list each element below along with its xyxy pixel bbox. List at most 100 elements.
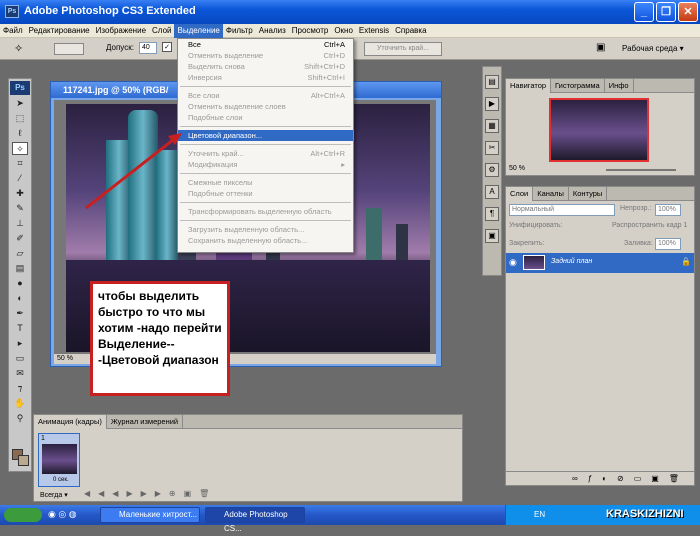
antialias-checkbox[interactable]: ✓	[162, 42, 172, 52]
menu-analysis[interactable]: Анализ	[256, 24, 289, 38]
animation-panel: Анимация (кадры) Журнал измерений 1 0 сек…	[33, 414, 463, 502]
brush-tool-icon[interactable]: ✎	[12, 202, 28, 215]
notes-tool-icon[interactable]: ✉	[12, 367, 28, 380]
select-menu-item[interactable]: Сохранить выделенную область...	[178, 235, 353, 246]
select-menu-item[interactable]: Подобные слои	[178, 112, 353, 123]
move-tool-icon[interactable]: ➤	[12, 97, 28, 110]
blur-tool-icon[interactable]: ●	[12, 277, 28, 290]
select-menu-item[interactable]: Трансформировать выделенную область	[178, 206, 353, 217]
menu-item-shortcut: Ctrl+A	[323, 40, 345, 49]
magic-wand-icon[interactable]: ✧	[14, 42, 23, 55]
dodge-tool-icon[interactable]: ◐	[12, 292, 28, 305]
workspace-dropdown[interactable]: Рабочая среда ▾	[622, 44, 684, 53]
tab-paths[interactable]: Контуры	[569, 187, 608, 201]
select-menu-item[interactable]: Все Ctrl+A	[178, 39, 353, 50]
menu-layer[interactable]: Слой	[149, 24, 174, 38]
frame-delay[interactable]: 0 сек.	[53, 477, 69, 483]
menu-extensis[interactable]: Extensis	[356, 24, 392, 38]
tab-info[interactable]: Инфо	[605, 79, 634, 93]
zoom-tool-icon[interactable]: ⚲	[12, 412, 28, 425]
select-menu-item[interactable]: Загрузить выделенную область...	[178, 224, 353, 235]
language-indicator[interactable]: EN	[534, 510, 545, 519]
menu-item-label: Загрузить выделенную область...	[188, 225, 305, 234]
dock-icon-6[interactable]: A	[485, 185, 499, 199]
eraser-tool-icon[interactable]: ▱	[12, 247, 28, 260]
select-menu-item[interactable]: Подобные оттенки	[178, 188, 353, 199]
minimize-button[interactable]: _	[634, 2, 654, 22]
menu-help[interactable]: Справка	[392, 24, 429, 38]
maximize-button[interactable]: ❐	[656, 2, 676, 22]
navigator-zoom: 50 %	[509, 165, 525, 172]
menu-view[interactable]: Просмотр	[289, 24, 332, 38]
selection-mode-buttons[interactable]	[54, 43, 84, 55]
history-brush-icon[interactable]: ✐	[12, 232, 28, 245]
quicklaunch-icons[interactable]: ◉ ◎ ◍	[48, 509, 77, 520]
refine-edge-button[interactable]: Уточнить край...	[364, 42, 442, 56]
dock-icon-3[interactable]: ▦	[485, 119, 499, 133]
tab-navigator[interactable]: Навигатор	[506, 79, 552, 93]
select-menu-item[interactable]: Цветовой диапазон...	[178, 130, 353, 141]
marquee-tool-icon[interactable]: ⬚	[12, 112, 28, 125]
tolerance-input[interactable]: 40	[139, 42, 157, 54]
taskbar-item-photoshop[interactable]: Adobe Photoshop CS...	[205, 507, 305, 533]
layers-footer-buttons[interactable]: ∞ƒ◐⊘▭▣🗑	[506, 471, 694, 485]
select-menu-item[interactable]: Модификация ▸	[178, 159, 353, 170]
tab-measurement-log[interactable]: Журнал измерений	[107, 415, 184, 429]
slice-tool-icon[interactable]: ⁄	[12, 172, 28, 185]
healing-tool-icon[interactable]: ✚	[12, 187, 28, 200]
workspace-icon: ▣	[596, 42, 606, 53]
menu-select[interactable]: Выделение	[174, 24, 223, 38]
dock-icon-5[interactable]: ⚙	[485, 163, 499, 177]
tab-channels[interactable]: Каналы	[533, 187, 569, 201]
tab-animation[interactable]: Анимация (кадры)	[34, 415, 107, 429]
start-button[interactable]	[4, 508, 42, 522]
close-button[interactable]: ✕	[678, 2, 698, 22]
type-tool-icon[interactable]: T	[12, 322, 28, 335]
select-menu-item[interactable]: Смежные пикселы	[178, 177, 353, 188]
background-color-swatch[interactable]	[18, 455, 29, 466]
menu-item-label: Все	[188, 40, 201, 49]
select-menu-item[interactable]: Отменить выделение слоев	[178, 101, 353, 112]
select-menu-item[interactable]: Все слои Alt+Ctrl+A	[178, 90, 353, 101]
taskbar-item-browser[interactable]: Маленькие хитрост...	[100, 507, 200, 523]
loop-select[interactable]: Всегда ▾	[40, 491, 68, 499]
menu-window[interactable]: Окно	[331, 24, 356, 38]
select-menu-item[interactable]: Уточнить край... Alt+Ctrl+R	[178, 148, 353, 159]
magic-wand-tool-icon[interactable]: ✧	[12, 142, 28, 155]
tab-layers[interactable]: Слои	[506, 187, 534, 201]
eyedropper-tool-icon[interactable]: ⁊	[12, 382, 28, 395]
select-menu-item[interactable]: Выделить снова Shift+Ctrl+D	[178, 61, 353, 72]
eye-icon[interactable]: ◉	[509, 257, 517, 268]
playback-controls[interactable]: ◀◀◀▶▶▶⊕▣🗑	[84, 489, 217, 498]
opacity-input[interactable]: 100%	[655, 204, 681, 216]
path-selection-icon[interactable]: ▸	[12, 337, 28, 350]
menu-image[interactable]: Изображение	[93, 24, 149, 38]
propagate-frame-checkbox[interactable]: Распространить кадр 1	[612, 222, 687, 229]
menu-item-shortcut: ▸	[341, 160, 345, 169]
layer-row-background[interactable]: ◉ Задний план 🔒	[506, 253, 694, 273]
pen-tool-icon[interactable]: ✒	[12, 307, 28, 320]
dock-icon-1[interactable]: ▤	[485, 75, 499, 89]
hand-tool-icon[interactable]: ✋	[12, 397, 28, 410]
tab-histogram[interactable]: Гистограмма	[551, 79, 605, 93]
menu-edit[interactable]: Редактирование	[26, 24, 93, 38]
crop-tool-icon[interactable]: ⌗	[12, 157, 28, 170]
gradient-tool-icon[interactable]: ▤	[12, 262, 28, 275]
menu-file[interactable]: Файл	[0, 24, 26, 38]
lasso-tool-icon[interactable]: ℓ	[12, 127, 28, 140]
navigator-zoom-slider[interactable]	[606, 169, 676, 171]
menu-filter[interactable]: Фильтр	[223, 24, 256, 38]
select-menu-item[interactable]: Отменить выделение Ctrl+D	[178, 50, 353, 61]
dock-icon-7[interactable]: ¶	[485, 207, 499, 221]
select-menu-item[interactable]: Инверсия Shift+Ctrl+I	[178, 72, 353, 83]
navigator-thumbnail[interactable]	[549, 98, 649, 162]
dock-icon-2[interactable]: ▶	[485, 97, 499, 111]
shape-tool-icon[interactable]: ▭	[12, 352, 28, 365]
stamp-tool-icon[interactable]: ⊥	[12, 217, 28, 230]
blend-mode-select[interactable]: Нормальный	[509, 204, 615, 216]
dock-icon-4[interactable]: ✂	[485, 141, 499, 155]
fill-input[interactable]: 100%	[655, 238, 681, 250]
animation-frame[interactable]: 1 0 сек.	[38, 433, 80, 487]
dock-icon-8[interactable]: ▣	[485, 229, 499, 243]
menu-item-label: Все слои	[188, 91, 220, 100]
